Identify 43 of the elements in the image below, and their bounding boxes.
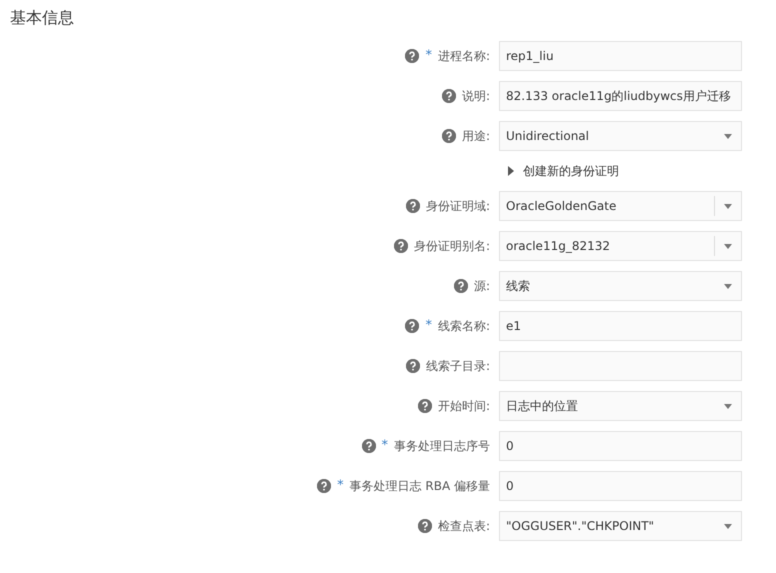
help-icon[interactable]	[394, 239, 408, 253]
required-marker: *	[382, 438, 388, 452]
help-icon[interactable]	[317, 479, 332, 493]
help-icon[interactable]	[406, 359, 420, 373]
field-label: 说明:	[462, 88, 490, 104]
dropdown-field[interactable]: 日志中的位置	[499, 391, 742, 421]
help-icon[interactable]	[405, 319, 420, 333]
field-label: 用途:	[462, 128, 490, 144]
field-label: 检查点表:	[438, 518, 490, 534]
section-title: 基本信息	[10, 8, 75, 29]
disclosure-triangle-icon	[507, 166, 515, 176]
required-marker: *	[425, 318, 432, 332]
dropdown-field[interactable]: OracleGoldenGate	[499, 191, 742, 221]
required-marker: *	[425, 48, 432, 62]
field-label: 线索子目录:	[426, 358, 490, 374]
field-label: 线索名称:	[438, 318, 490, 334]
field-label: 身份证明域:	[426, 198, 490, 214]
help-icon[interactable]	[442, 129, 456, 143]
field-label: 事务处理日志序号	[394, 438, 490, 454]
dropdown-field[interactable]: Unidirectional	[499, 121, 742, 151]
field-label: 事务处理日志 RBA 偏移量	[350, 478, 490, 494]
help-icon[interactable]	[418, 399, 432, 413]
input-field[interactable]: 0	[499, 431, 742, 461]
field-label: 源:	[474, 278, 490, 294]
help-icon[interactable]	[406, 199, 420, 213]
field-label: 身份证明别名:	[414, 238, 490, 254]
input-field[interactable]: 82.133 oracle11g的liudbywcs用户迁移	[499, 81, 742, 111]
input-field[interactable]: 0	[499, 471, 742, 501]
help-icon[interactable]	[442, 89, 456, 103]
input-field[interactable]: rep1_liu	[499, 41, 742, 71]
help-icon[interactable]	[418, 519, 432, 533]
dropdown-field[interactable]: oracle11g_82132	[499, 231, 742, 261]
required-marker: *	[337, 478, 344, 492]
help-icon[interactable]	[405, 49, 420, 63]
input-field[interactable]: e1	[499, 311, 742, 341]
field-label: 开始时间:	[438, 398, 490, 414]
disclosure-toggle[interactable]: 创建新的身份证明	[499, 161, 742, 181]
help-icon[interactable]	[454, 279, 468, 293]
dropdown-field[interactable]: 线索	[499, 271, 742, 301]
help-icon[interactable]	[362, 439, 376, 453]
field-label: 进程名称:	[438, 48, 490, 64]
dropdown-field[interactable]: "OGGUSER"."CHKPOINT"	[499, 511, 742, 541]
input-field[interactable]	[499, 351, 742, 381]
